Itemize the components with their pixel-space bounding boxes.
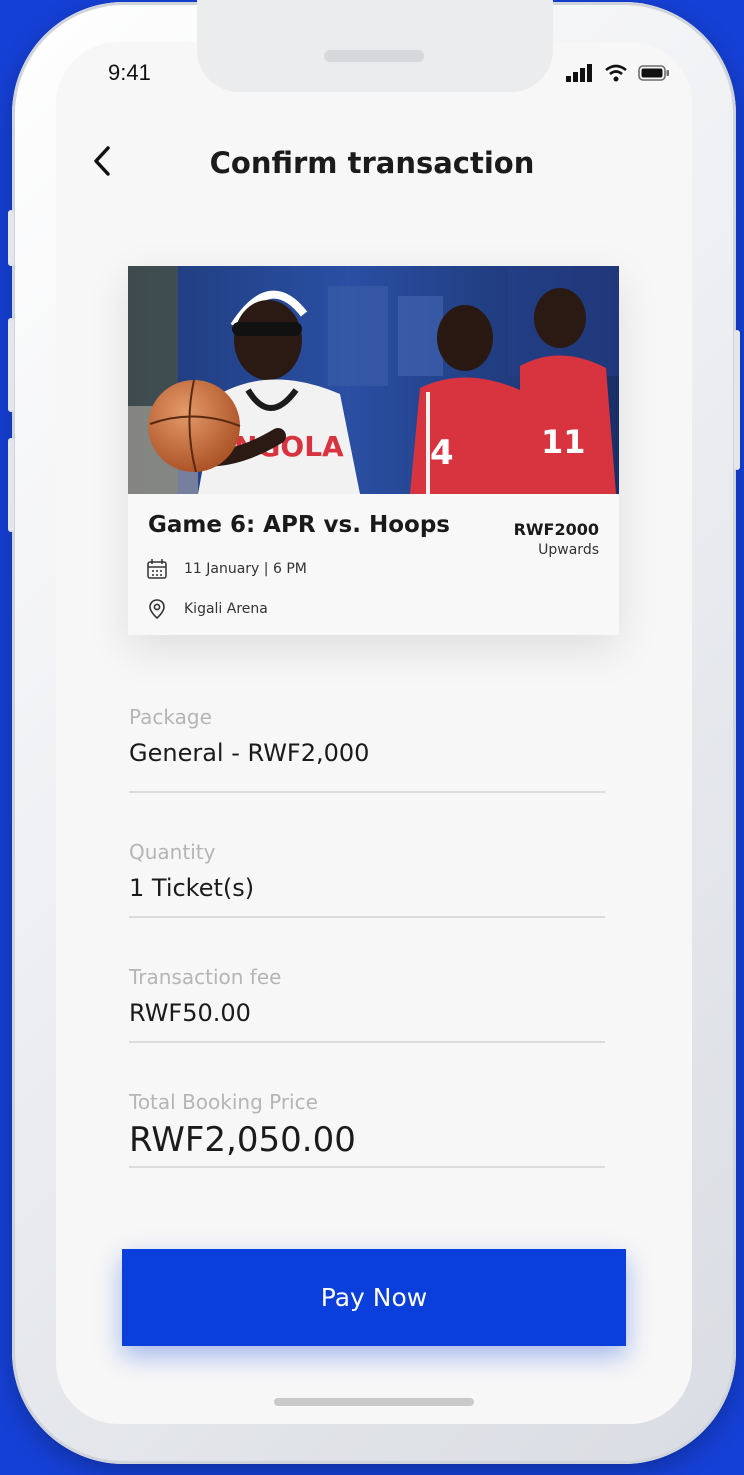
quantity-label: Quantity <box>129 840 216 864</box>
status-icons <box>566 64 670 82</box>
transaction-fee-label: Transaction fee <box>129 965 282 989</box>
home-indicator[interactable] <box>274 1398 474 1406</box>
battery-icon <box>638 65 669 81</box>
status-time: 9:41 <box>108 60 151 85</box>
pay-now-button[interactable]: Pay Now <box>122 1249 626 1346</box>
total-price-field: Total Booking Price RWF2,050.00 <box>129 1090 605 1168</box>
jersey-number-back: 11 <box>541 423 586 461</box>
side-button-power <box>734 330 740 470</box>
side-button-volume-down <box>8 438 14 532</box>
event-card[interactable]: 11 4 NGOLA Game 6: APR vs. Hoops RWF2000… <box>128 266 619 635</box>
side-button-silent <box>8 210 14 266</box>
page-title: Confirm transaction <box>209 146 535 180</box>
event-venue: Kigali Arena <box>184 601 268 617</box>
package-value[interactable]: General - RWF2,000 <box>129 739 605 767</box>
event-title: Game 6: APR vs. Hoops <box>148 512 450 538</box>
total-price-label: Total Booking Price <box>129 1090 318 1114</box>
event-date-row: 11 January | 6 PM <box>146 558 307 580</box>
package-label: Package <box>129 705 212 729</box>
event-date: 11 January | 6 PM <box>184 561 307 577</box>
side-button-volume-up <box>8 318 14 412</box>
notch <box>197 0 553 92</box>
transaction-fee-value: RWF50.00 <box>129 999 251 1027</box>
total-price-value: RWF2,050.00 <box>129 1120 356 1160</box>
quantity-field[interactable]: Quantity 1 Ticket(s) <box>129 840 605 918</box>
event-photo: 11 4 NGOLA <box>128 266 619 494</box>
calendar-icon <box>147 559 167 579</box>
transaction-fee-field: Transaction fee RWF50.00 <box>129 965 605 1043</box>
location-pin-icon <box>149 599 165 620</box>
event-venue-row: Kigali Arena <box>146 598 268 620</box>
event-price: RWF2000 <box>513 520 599 539</box>
wifi-icon <box>605 64 627 82</box>
package-field[interactable]: Package General - RWF2,000 <box>129 705 605 793</box>
jersey-number-front: 4 <box>430 433 454 473</box>
speaker-grille <box>324 50 424 62</box>
signal-icon <box>566 64 592 82</box>
event-price-note: Upwards <box>538 542 599 558</box>
quantity-value[interactable]: 1 Ticket(s) <box>129 874 605 902</box>
